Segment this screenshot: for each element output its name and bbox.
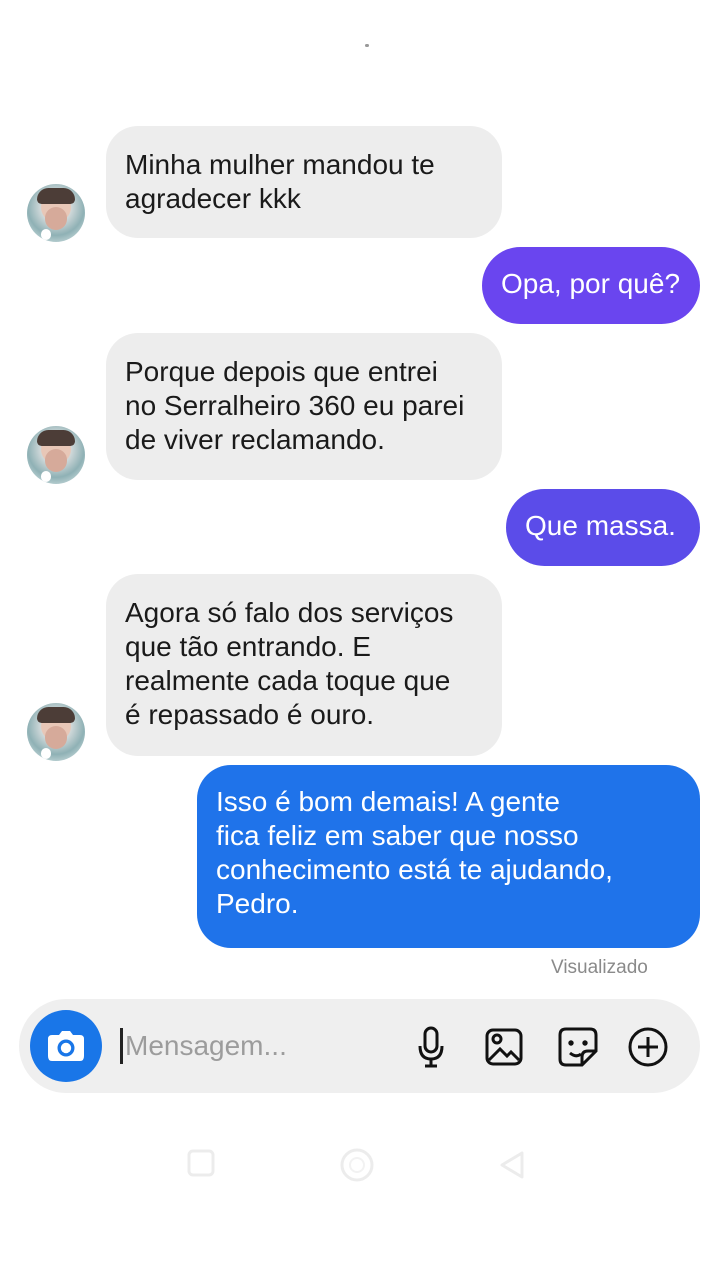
home-icon [340, 1148, 374, 1182]
message-line: que tão entrando. E [125, 631, 371, 662]
message-line: fica feliz em saber que nosso [216, 820, 579, 851]
recent-apps-icon [187, 1149, 215, 1177]
message-line: no Serralheiro 360 eu parei [125, 390, 465, 421]
message-line: Isso é bom demais! A gente [216, 786, 560, 817]
message-line: Que massa. [525, 510, 676, 541]
status-dot [365, 44, 369, 47]
outgoing-message-bubble: Isso é bom demais! A gente fica feliz em… [197, 765, 700, 948]
message-line: realmente cada toque que [125, 665, 451, 696]
contact-avatar [27, 184, 85, 242]
microphone-button[interactable] [408, 1024, 454, 1070]
camera-icon [48, 1031, 84, 1061]
back-button[interactable] [496, 1150, 526, 1185]
recent-apps-button[interactable] [187, 1149, 215, 1182]
incoming-message-bubble: Agora só falo dos serviços que tão entra… [106, 574, 502, 756]
message-line: de viver reclamando. [125, 424, 385, 455]
message-input[interactable] [125, 1025, 400, 1067]
message-line: Pedro. [216, 888, 299, 919]
home-button[interactable] [338, 1146, 376, 1189]
incoming-message-bubble: Porque depois que entrei no Serralheiro … [106, 333, 502, 480]
plus-circle-icon [628, 1027, 668, 1067]
sticker-icon [558, 1027, 598, 1067]
image-button[interactable] [481, 1024, 527, 1070]
text-cursor [120, 1028, 123, 1064]
message-line: Porque depois que entrei [125, 356, 438, 387]
microphone-icon [418, 1026, 444, 1068]
seen-status: Visualizado [551, 957, 648, 978]
message-composer [19, 999, 700, 1093]
contact-avatar [27, 703, 85, 761]
image-icon [485, 1028, 523, 1066]
back-icon [500, 1151, 524, 1179]
message-line: Opa, por quê? [501, 268, 681, 299]
contact-avatar [27, 426, 85, 484]
message-line: Minha mulher mandou te [125, 149, 435, 180]
camera-button[interactable] [30, 1010, 102, 1082]
message-line: é repassado é ouro. [125, 699, 375, 730]
outgoing-message-bubble: Opa, por quê? [482, 247, 700, 324]
plus-button[interactable] [625, 1024, 671, 1070]
message-line: agradecer kkk [125, 183, 301, 214]
sticker-button[interactable] [555, 1024, 601, 1070]
incoming-message-bubble: Minha mulher mandou te agradecer kkk [106, 126, 502, 238]
message-line: conhecimento está te ajudando, [216, 854, 613, 885]
outgoing-message-bubble: Que massa. [506, 489, 700, 566]
message-line: Agora só falo dos serviços [125, 597, 454, 628]
